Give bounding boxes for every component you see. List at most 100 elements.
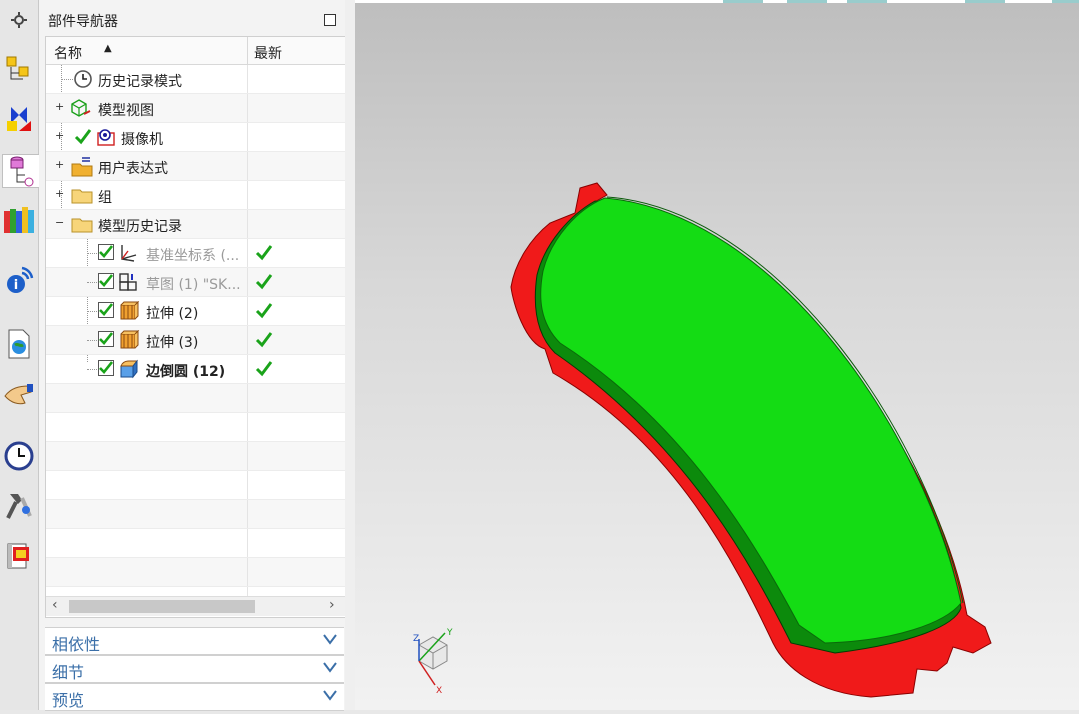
view-triad-icon: Y X Z [413, 628, 453, 695]
panel-splitter[interactable] [345, 0, 355, 710]
row-label: 模型历史记录 [98, 219, 182, 235]
column-divider [247, 65, 248, 93]
column-divider [247, 384, 248, 412]
column-divider[interactable] [247, 37, 248, 64]
history-palette-icon[interactable] [3, 378, 35, 410]
expand-icon[interactable]: + [55, 188, 64, 199]
column-header-name[interactable]: 名称 [54, 43, 82, 63]
tree-row-model-views[interactable]: + 模型视图 [46, 94, 345, 123]
tree-row-edge-blend[interactable]: 边倒圆 (12) [46, 355, 345, 384]
horizontal-scrollbar[interactable]: ‹ › [46, 596, 345, 616]
chevron-down-icon[interactable] [323, 633, 337, 649]
triad-x-label: X [436, 686, 442, 695]
column-divider [247, 94, 248, 122]
latest-check-icon [255, 272, 273, 294]
visibility-checkbox[interactable] [98, 273, 114, 289]
row-label: 基准坐标系 (... [146, 248, 240, 264]
datum-csys-icon [118, 243, 138, 263]
column-divider [247, 355, 248, 383]
row-label: 边倒圆 (12) [146, 364, 226, 380]
scroll-left-icon[interactable]: ‹ [52, 597, 58, 613]
column-divider [247, 239, 248, 267]
extrude-icon [118, 300, 140, 321]
web-browser-icon[interactable] [3, 328, 35, 360]
collapse-icon[interactable]: − [55, 217, 64, 228]
empty-row [46, 558, 345, 587]
clock-icon [73, 69, 93, 89]
column-divider [247, 326, 248, 354]
tree-row-groups[interactable]: + 组 [46, 181, 345, 210]
visibility-checkbox[interactable] [98, 331, 114, 347]
column-divider [247, 297, 248, 325]
process-studio-icon[interactable] [3, 490, 35, 522]
column-divider [247, 471, 248, 499]
tree-connector [87, 340, 97, 341]
sort-ascending-icon: ▲ [104, 43, 112, 54]
panel-details[interactable]: 细节 [45, 655, 344, 683]
brake-pad-model[interactable] [355, 3, 1079, 710]
column-divider [247, 210, 248, 238]
column-divider [247, 442, 248, 470]
visibility-checkbox[interactable] [98, 302, 114, 318]
part-navigator-panel: 部件导航器 名称 ▲ 最新 历史记录模式 + 模型视图 + 摄像机 + 用户表达… [39, 0, 346, 711]
visibility-checkbox[interactable] [98, 244, 114, 260]
empty-row [46, 471, 345, 500]
tree-row-model-history[interactable]: − 模型历史记录 [46, 210, 345, 239]
navigator-tree: 名称 ▲ 最新 历史记录模式 + 模型视图 + 摄像机 + 用户表达式 + 组 … [45, 36, 346, 618]
scroll-thumb[interactable] [69, 600, 255, 613]
folder-open-icon [70, 214, 93, 234]
tree-row-extrude-2[interactable]: 拉伸 (2) [46, 297, 345, 326]
latest-check-icon [255, 243, 273, 265]
camera-icon [96, 127, 116, 147]
latest-check-icon [255, 301, 273, 323]
graphics-window[interactable]: Y X Z [355, 3, 1079, 710]
tree-row-history-mode[interactable]: 历史记录模式 [46, 65, 345, 94]
expressions-folder-icon [70, 156, 93, 177]
column-divider [247, 268, 248, 296]
column-divider [247, 529, 248, 557]
expand-icon[interactable]: + [55, 101, 64, 112]
tree-row-extrude-3[interactable]: 拉伸 (3) [46, 326, 345, 355]
latest-check-icon [255, 330, 273, 352]
column-divider [247, 413, 248, 441]
constraint-navigator-icon[interactable] [3, 104, 35, 136]
reuse-library-icon[interactable] [3, 204, 35, 236]
expand-icon[interactable]: + [55, 130, 64, 141]
visibility-checkbox[interactable] [98, 360, 114, 376]
panel-title: 预览 [52, 691, 85, 710]
column-divider [247, 500, 248, 528]
empty-row [46, 500, 345, 529]
panel-title: 细节 [52, 663, 85, 682]
sketch-icon [118, 272, 138, 292]
tree-row-sketch[interactable]: 草图 (1) "SK... [46, 268, 345, 297]
chevron-down-icon[interactable] [323, 689, 337, 705]
svg-text:i: i [14, 278, 18, 293]
clock-history-icon[interactable] [3, 440, 35, 472]
maximize-button[interactable] [324, 14, 336, 26]
latest-check-icon [255, 359, 273, 381]
column-header-latest[interactable]: 最新 [254, 43, 282, 63]
tree-connector [61, 79, 73, 80]
tree-connector [87, 253, 97, 254]
column-divider [247, 181, 248, 209]
row-label: 草图 (1) "SK... [146, 277, 241, 293]
scroll-right-icon[interactable]: › [329, 597, 335, 613]
tree-row-user-expressions[interactable]: + 用户表达式 [46, 152, 345, 181]
navigator-title: 部件导航器 [48, 14, 118, 30]
assembly-navigator-icon[interactable] [3, 54, 35, 86]
settings-icon[interactable] [3, 4, 35, 36]
panel-preview[interactable]: 预览 [45, 683, 344, 711]
row-label: 拉伸 (2) [146, 306, 199, 322]
tree-row-cameras[interactable]: + 摄像机 [46, 123, 345, 152]
empty-row [46, 529, 345, 558]
column-divider [247, 558, 248, 586]
part-navigator-icon[interactable] [2, 154, 39, 188]
expand-icon[interactable]: + [55, 159, 64, 170]
edge-blend-icon [118, 359, 139, 379]
roles-icon[interactable] [3, 540, 35, 572]
row-label: 拉伸 (3) [146, 335, 199, 351]
panel-dependencies[interactable]: 相依性 [45, 627, 344, 655]
tree-row-datum-csys[interactable]: 基准坐标系 (... [46, 239, 345, 268]
info-feed-icon[interactable]: i [3, 264, 35, 296]
chevron-down-icon[interactable] [323, 661, 337, 677]
